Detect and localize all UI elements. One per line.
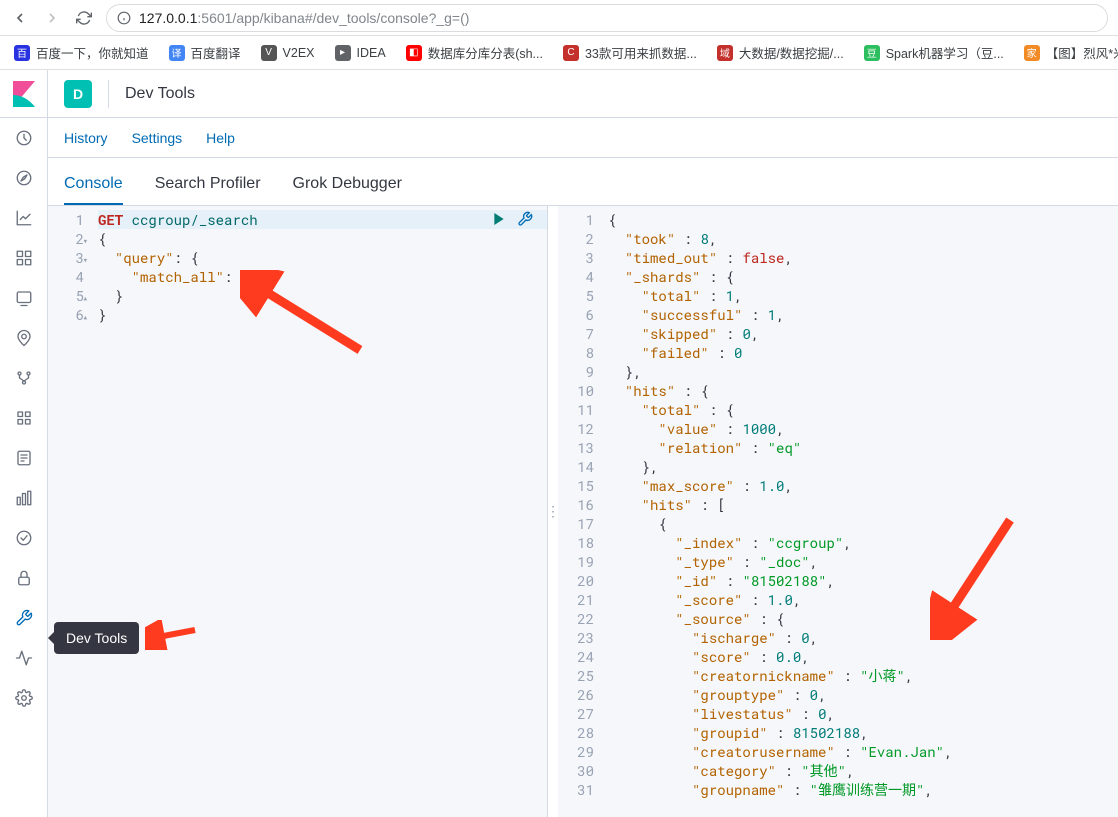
bookmark-item[interactable]: 译百度翻译 (163, 39, 247, 66)
bookmark-label: 大数据/数据挖掘/... (739, 43, 844, 62)
sidebar-devtools-icon[interactable] (0, 598, 48, 638)
bookmark-label: 33款可用来抓数据... (585, 43, 697, 62)
browser-toolbar: 127.0.0.1:5601/app/kibana#/dev_tools/con… (0, 0, 1118, 36)
bookmark-favicon: C (563, 45, 579, 61)
sidebar-dashboard-icon[interactable] (0, 238, 48, 278)
sidebar-apm-icon[interactable] (0, 478, 48, 518)
menu-settings[interactable]: Settings (132, 130, 183, 146)
tabbar: Console Search Profiler Grok Debugger (48, 158, 1118, 206)
bookmark-favicon: ▸ (335, 45, 351, 61)
sidebar-siem-icon[interactable] (0, 558, 48, 598)
sidebar-monitoring-icon[interactable] (0, 638, 48, 678)
sidebar-maps-icon[interactable] (0, 318, 48, 358)
kibana-logo[interactable] (0, 70, 48, 118)
wrench-icon[interactable] (517, 211, 533, 227)
bookmark-item[interactable]: 百百度一下，你就知道 (8, 39, 155, 66)
bookmark-label: V2EX (283, 46, 315, 60)
bookmark-favicon: ◧ (406, 45, 422, 61)
bookmark-item[interactable]: C 33款可用来抓数据... (557, 39, 703, 66)
tab-console[interactable]: Console (64, 175, 123, 205)
kibana-sidebar (0, 70, 48, 817)
tab-grok-debugger[interactable]: Grok Debugger (293, 175, 402, 205)
bookmark-favicon: 家 (1024, 45, 1040, 61)
breadcrumb: Dev Tools (125, 85, 195, 103)
response-gutter: 1234567891011121314151617181920212223242… (558, 206, 602, 817)
topbar: D Dev Tools (48, 70, 1118, 118)
bookmark-favicon: 豆 (864, 45, 880, 61)
sidebar-canvas-icon[interactable] (0, 278, 48, 318)
sidebar-infra-icon[interactable] (0, 398, 48, 438)
bookmark-label: 百度翻译 (191, 43, 241, 62)
reload-button[interactable] (74, 8, 94, 28)
sidebar-recent-icon[interactable] (0, 118, 48, 158)
bookmark-label: 百度一下，你就知道 (36, 43, 149, 62)
bookmark-item[interactable]: 家【图】烈风*米格 (1018, 39, 1118, 66)
bookmark-favicon: 译 (169, 45, 185, 61)
response-code: { "took" : 8, "timed_out" : false, "_sha… (602, 206, 1118, 817)
sidebar-discover-icon[interactable] (0, 158, 48, 198)
response-viewer[interactable]: 1234567891011121314151617181920212223242… (558, 206, 1118, 817)
menu-history[interactable]: History (64, 130, 108, 146)
sidebar-tooltip: Dev Tools (54, 622, 139, 654)
request-editor[interactable]: 12▾3▾45▴6▴ GET ccgroup/_search{ "query":… (48, 206, 548, 817)
run-request-icon[interactable] (491, 211, 507, 227)
sidebar-management-icon[interactable] (0, 678, 48, 718)
menubar: History Settings Help (48, 118, 1118, 158)
bookmarks-bar: 百百度一下，你就知道译百度翻译VV2EX▸IDEA◧数据库分库分表(sh...C… (0, 36, 1118, 70)
back-button[interactable] (10, 8, 30, 28)
sidebar-logs-icon[interactable] (0, 438, 48, 478)
bookmark-item[interactable]: 域大数据/数据挖掘/... (711, 39, 850, 66)
bookmark-favicon: 百 (14, 45, 30, 61)
tab-search-profiler[interactable]: Search Profiler (155, 175, 261, 205)
bookmark-item[interactable]: ▸ IDEA (329, 41, 392, 65)
bookmark-label: 【图】烈风*米格 (1046, 43, 1118, 62)
sidebar-uptime-icon[interactable] (0, 518, 48, 558)
bookmark-favicon: V (261, 45, 277, 61)
request-code[interactable]: GET ccgroup/_search{ "query": { "match_a… (92, 206, 547, 817)
pane-splitter[interactable]: ⋮ (548, 206, 558, 817)
bookmark-item[interactable]: V V2EX (255, 41, 321, 65)
bookmark-label: IDEA (357, 46, 386, 60)
url-bar[interactable]: 127.0.0.1:5601/app/kibana#/dev_tools/con… (106, 4, 1108, 32)
info-icon (117, 11, 131, 25)
sidebar-visualize-icon[interactable] (0, 198, 48, 238)
bookmark-item[interactable]: ◧ 数据库分库分表(sh... (400, 39, 549, 66)
menu-help[interactable]: Help (206, 130, 235, 146)
url-path: :5601/app/kibana#/dev_tools/console?_g=(… (197, 10, 469, 26)
forward-button[interactable] (42, 8, 62, 28)
bookmark-label: 数据库分库分表(sh... (428, 43, 543, 62)
request-gutter: 12▾3▾45▴6▴ (48, 206, 92, 817)
sidebar-ml-icon[interactable] (0, 358, 48, 398)
bookmark-item[interactable]: 豆 Spark机器学习（豆... (858, 39, 1010, 66)
bookmark-favicon: 域 (717, 45, 733, 61)
url-host: 127.0.0.1 (139, 10, 197, 26)
bookmark-label: Spark机器学习（豆... (886, 43, 1004, 62)
space-selector[interactable]: D (64, 80, 92, 108)
